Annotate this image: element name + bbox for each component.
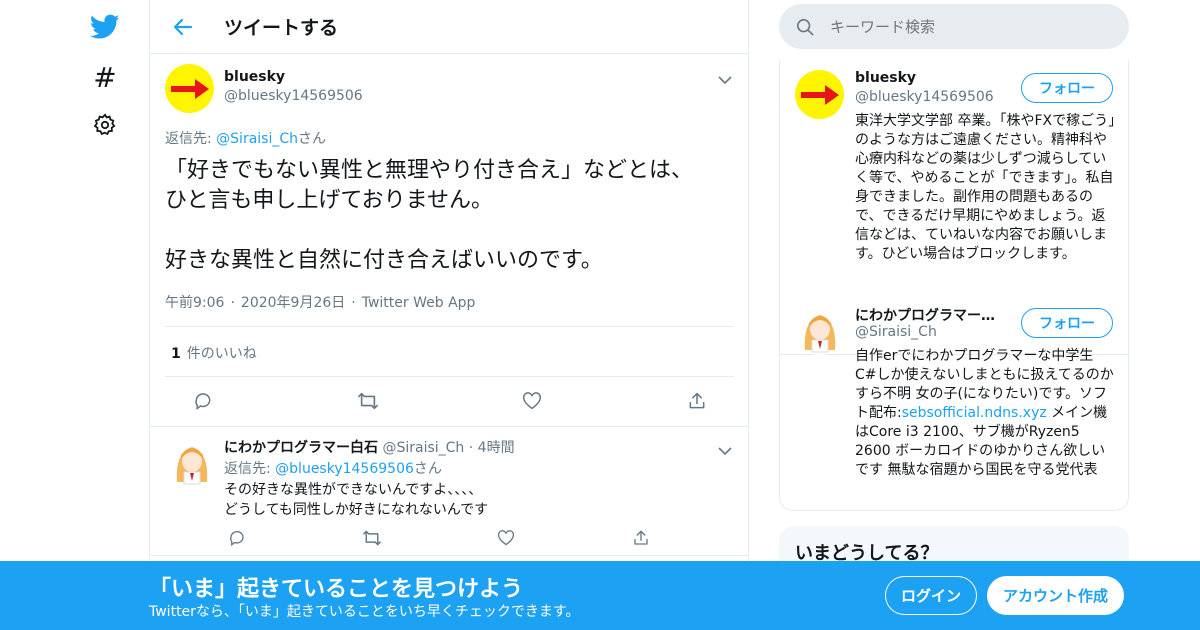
profile-bio: 東洋大学文学部 卒業。「株やFXで稼ごう」のような方はご遠慮ください。精神科や心… <box>855 113 1116 262</box>
search-input[interactable] <box>830 17 1110 36</box>
reply-time[interactable]: 4時間 <box>478 440 515 456</box>
search-bar[interactable] <box>779 4 1129 49</box>
page: # ツイートする bluesky @bluesky14569506 返信先: @… <box>0 0 1200 630</box>
divider <box>165 376 734 377</box>
page-title: ツイートする <box>224 17 339 39</box>
reply-to-prefix: 返信先: <box>165 131 217 147</box>
tweet-meta: 午前9:06 · 2020年9月26日 · Twitter Web App <box>165 292 475 312</box>
share-icon[interactable] <box>628 525 654 551</box>
red-arrow-icon <box>170 78 209 99</box>
left-nav: # <box>80 0 130 630</box>
chevron-down-icon[interactable] <box>718 441 734 456</box>
profile-bio-link[interactable]: sebsofficial.ndns.xyz <box>902 405 1047 421</box>
tweet-text-line: ひと言も申し上げておりません。 <box>165 188 494 213</box>
reply-actions <box>224 525 654 551</box>
avatar[interactable] <box>165 64 214 113</box>
profile-name[interactable]: にわかプログラマー… <box>855 305 1015 325</box>
reply-icon[interactable] <box>190 388 216 414</box>
tweet-text-line: 「好きでもない異性と無理やり付き合え」などとは、 <box>165 158 694 183</box>
red-arrow-icon <box>800 84 839 105</box>
reply-text-line: その好きな異性ができないんですよ、、、、 <box>224 482 483 498</box>
tweet-source[interactable]: Twitter Web App <box>362 295 476 311</box>
avatar[interactable] <box>795 70 844 119</box>
tweet-text-line: 好きな異性と自然に付き合えばいいのです。 <box>165 248 603 273</box>
reply-icon[interactable] <box>224 525 250 551</box>
retweet-icon[interactable] <box>359 525 385 551</box>
author-name[interactable]: にわかプログラマー白石 <box>224 440 378 456</box>
divider <box>165 326 734 327</box>
signup-button[interactable]: アカウント作成 <box>987 576 1124 615</box>
tweet-actions <box>190 388 710 414</box>
likes-count[interactable]: 1 件のいいね <box>171 343 257 363</box>
profile-card: bluesky @bluesky14569506 フォロー 東洋大学文学部 卒業… <box>780 60 1128 294</box>
avatar[interactable] <box>167 437 217 487</box>
separator-dot: · <box>351 295 356 311</box>
heart-icon[interactable] <box>519 388 545 414</box>
author-handle[interactable]: @bluesky14569506 <box>224 88 363 104</box>
reply-to-prefix: 返信先: <box>224 461 276 477</box>
retweet-icon[interactable] <box>355 388 381 414</box>
reply-to: 返信先: @bluesky14569506さん <box>224 458 442 478</box>
reply-text-line: どうしても同性しか好きになれないんです <box>224 502 489 518</box>
signup-banner: 「いま」起きていることを見つけよう Twitterなら、「いま」起きていることを… <box>0 561 1200 630</box>
like-count-number: 1 <box>171 346 181 362</box>
arrow-left-icon[interactable] <box>166 10 200 44</box>
avatar[interactable] <box>795 305 845 355</box>
banner-title: 「いま」起きていることを見つけよう <box>149 577 524 602</box>
tweet-time[interactable]: 午前9:06 <box>165 295 224 311</box>
profile-handle[interactable]: @bluesky14569506 <box>855 89 994 105</box>
separator-dot: · <box>230 295 235 311</box>
heart-icon[interactable] <box>493 525 519 551</box>
chevron-down-icon[interactable] <box>718 70 734 85</box>
related-profiles: bluesky @bluesky14569506 フォロー 東洋大学文学部 卒業… <box>779 60 1129 511</box>
separator-dot: · <box>468 440 474 456</box>
author-handle[interactable]: @Siraisi_Ch <box>382 440 464 456</box>
reply-to: 返信先: @Siraisi_Chさん <box>165 128 326 148</box>
author-name[interactable]: bluesky <box>224 69 285 85</box>
profile-handle[interactable]: @Siraisi_Ch <box>855 324 937 340</box>
follow-button[interactable]: フォロー <box>1021 73 1113 103</box>
hashtag-glyph: # <box>93 61 117 94</box>
reply-text: その好きな異性ができないんですよ、、、、 どうしても同性しか好きになれないんです <box>224 480 488 520</box>
reply-to-link[interactable]: @Siraisi_Ch <box>216 131 298 147</box>
hashtag-icon[interactable]: # <box>90 63 120 93</box>
main-column: ツイートする bluesky @bluesky14569506 返信先: @Si… <box>149 0 749 630</box>
tweet-text: 「好きでもない異性と無理やり付き合え」などとは、 ひと言も申し上げておりません。… <box>165 156 740 276</box>
login-button[interactable]: ログイン <box>885 576 977 615</box>
gear-icon[interactable] <box>90 110 120 140</box>
reply-to-suffix: さん <box>298 131 327 147</box>
profile-card: にわかプログラマー… @Siraisi_Ch フォロー 自作erでにわかプログラ… <box>780 295 1128 510</box>
reply-tweet[interactable]: にわかプログラマー白石 @Siraisi_Ch · 4時間 返信先: @blue… <box>150 426 749 556</box>
profile-bio: 自作erでにわかプログラマーな中学生 C#しか使えないしまともに扱えてるのかすら… <box>855 347 1117 480</box>
follow-button[interactable]: フォロー <box>1021 308 1113 338</box>
tweet-date[interactable]: 2020年9月26日 <box>241 295 345 311</box>
twitter-logo-icon[interactable] <box>90 12 120 42</box>
banner-subtitle: Twitterなら、「いま」起きていることをいち早くチェックできます。 <box>149 604 580 620</box>
profile-name[interactable]: bluesky <box>855 70 1015 86</box>
focused-tweet: bluesky @bluesky14569506 返信先: @Siraisi_C… <box>150 54 749 426</box>
like-count-label: 件のいいね <box>186 346 257 362</box>
header: ツイートする <box>150 0 748 54</box>
reply-header: にわかプログラマー白石 @Siraisi_Ch · 4時間 <box>224 437 515 457</box>
reply-to-link[interactable]: @bluesky14569506 <box>275 461 414 477</box>
search-icon <box>796 18 814 36</box>
share-icon[interactable] <box>684 388 710 414</box>
reply-to-suffix: さん <box>413 461 442 477</box>
divider <box>150 555 749 556</box>
